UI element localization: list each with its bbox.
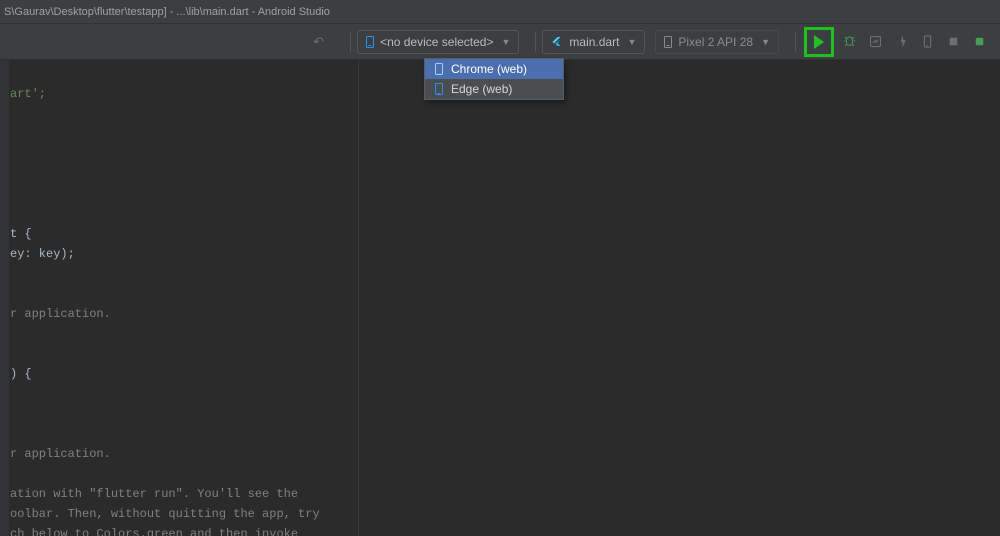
code-editor[interactable]: art'; t { ey: key); r application. ) { r… <box>10 60 358 536</box>
toolbar-divider <box>535 32 536 52</box>
content-area: art'; t { ey: key); r application. ) { r… <box>0 60 1000 536</box>
code-line: ation with "flutter run". You'll see the <box>10 487 298 501</box>
toolbar-divider <box>350 32 351 52</box>
run-button[interactable] <box>804 27 834 57</box>
dropdown-item-label: Edge (web) <box>451 82 512 96</box>
phone-icon <box>435 83 443 95</box>
run-config-combo[interactable]: main.dart ▼ <box>542 30 645 54</box>
device-selector-label: <no device selected> <box>380 35 493 49</box>
phone-icon <box>664 36 672 48</box>
main-toolbar: ↶ <no device selected> ▼ main.dart ▼ Pix… <box>0 24 1000 60</box>
toolbar-divider <box>795 32 796 52</box>
phone-icon <box>435 63 443 75</box>
code-line: ey: key); <box>10 247 75 261</box>
target-device-combo[interactable]: Pixel 2 API 28 ▼ <box>655 30 779 54</box>
stop-icon[interactable] <box>943 32 963 52</box>
right-pane <box>358 60 1000 536</box>
chevron-down-icon: ▼ <box>501 37 510 47</box>
debug-icon[interactable] <box>839 32 859 52</box>
dropdown-item-label: Chrome (web) <box>451 62 527 76</box>
code-line: ) { <box>10 367 32 381</box>
chevron-down-icon: ▼ <box>627 37 636 47</box>
device-dropdown: Chrome (web) Edge (web) <box>424 58 564 100</box>
title-bar: S\Gaurav\Desktop\flutter\testapp] - ...\… <box>0 0 1000 24</box>
gutter <box>0 60 10 536</box>
code-line: art'; <box>10 87 46 101</box>
play-icon <box>814 35 824 49</box>
android-icon[interactable] <box>969 32 989 52</box>
code-line: r application. <box>10 307 111 321</box>
attach-icon[interactable] <box>917 32 937 52</box>
code-line: t { <box>10 227 32 241</box>
device-selector-combo[interactable]: <no device selected> ▼ <box>357 30 519 54</box>
code-line: r application. <box>10 447 111 461</box>
phone-icon <box>366 36 374 48</box>
dropdown-item-chrome[interactable]: Chrome (web) <box>425 59 563 79</box>
run-config-label: main.dart <box>569 35 619 49</box>
flutter-icon <box>551 36 563 48</box>
code-line: oolbar. Then, without quitting the app, … <box>10 507 320 521</box>
dropdown-item-edge[interactable]: Edge (web) <box>425 79 563 99</box>
coverage-icon[interactable] <box>865 32 885 52</box>
target-device-label: Pixel 2 API 28 <box>678 35 753 49</box>
title-text: S\Gaurav\Desktop\flutter\testapp] - ...\… <box>4 6 330 18</box>
chevron-down-icon: ▼ <box>761 37 770 47</box>
hot-reload-icon[interactable] <box>891 32 911 52</box>
back-icon[interactable]: ↶ <box>309 32 328 52</box>
code-line: ch below to Colors.green and then invoke <box>10 527 298 536</box>
